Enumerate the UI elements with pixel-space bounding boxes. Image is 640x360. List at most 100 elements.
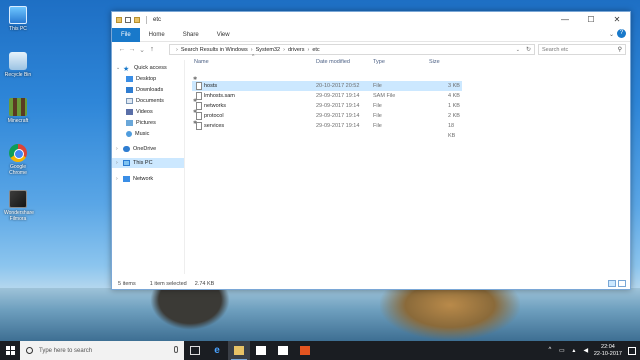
sidebar-item-quick-access[interactable]: ⌄ ★ Quick access <box>116 63 167 73</box>
tab-share[interactable]: Share <box>174 28 208 42</box>
task-view-button[interactable] <box>184 341 206 360</box>
table-row[interactable]: networks 29-09-2017 19:14 File 1 KB <box>192 101 462 111</box>
tab-file[interactable]: File <box>112 27 140 42</box>
network-icon <box>123 176 130 182</box>
clock[interactable]: 22:04 22-10-2017 <box>594 344 622 358</box>
file-type: File <box>373 103 382 109</box>
file-date: 29-09-2017 19:14 <box>316 123 360 129</box>
breadcrumb-item[interactable]: Search Results in Windows <box>181 47 248 53</box>
sidebar-item-music[interactable]: Music <box>126 129 149 139</box>
back-arrow-icon[interactable]: ← <box>117 46 127 53</box>
file-date: 29-09-2017 19:14 <box>316 103 360 109</box>
tab-home[interactable]: Home <box>140 28 174 42</box>
table-row[interactable]: lmhosts.sam 29-09-2017 19:14 SAM File 4 … <box>192 91 462 101</box>
address-bar[interactable]: › Search Results in Windows › System32 ›… <box>169 44 535 55</box>
refresh-icon[interactable]: ↻ <box>526 46 531 53</box>
sidebar-item-network[interactable]: › Network <box>116 174 153 184</box>
file-name: hosts <box>204 83 218 89</box>
new-folder-icon[interactable] <box>134 17 140 23</box>
battery-icon[interactable]: ▭ <box>558 347 566 354</box>
column-header-size[interactable]: Size <box>429 56 461 68</box>
sidebar-item-videos[interactable]: Videos ✱ <box>126 107 197 117</box>
search-input[interactable]: Search etc ⚲ <box>538 44 626 55</box>
file-size: 4 KB <box>448 93 460 99</box>
desktop-icon-label: Recycle Bin <box>4 72 32 78</box>
folder-icon <box>234 346 244 355</box>
help-icon[interactable]: ? <box>617 29 626 38</box>
up-arrow-icon[interactable]: ↑ <box>147 46 157 53</box>
office-button[interactable] <box>294 341 316 360</box>
chevron-right-icon[interactable]: › <box>116 176 121 182</box>
chevron-down-icon[interactable]: ⌄ <box>116 65 121 71</box>
file-icon <box>196 102 202 110</box>
sidebar-item-downloads[interactable]: Downloads ✱ <box>126 85 197 95</box>
column-header-name[interactable]: Name <box>194 56 314 68</box>
desktop-icon-recycle-bin[interactable]: Recycle Bin <box>4 52 32 78</box>
store-icon <box>256 346 266 355</box>
ribbon-tabs: File Home Share View ⌄ ? <box>112 27 630 42</box>
recycle-bin-icon <box>9 52 27 70</box>
chevron-right-icon[interactable]: › <box>116 160 121 166</box>
breadcrumb-item[interactable]: drivers <box>288 47 305 53</box>
file-date: 29-09-2017 19:14 <box>316 113 360 119</box>
volume-icon[interactable]: ◀ <box>582 347 590 354</box>
file-explorer-button[interactable] <box>228 341 250 360</box>
desktop-icon-label: Google Chrome <box>9 164 27 176</box>
column-header-date[interactable]: Date modified <box>316 56 370 68</box>
chevron-right-icon[interactable]: › <box>116 146 121 152</box>
selection-count: 1 item selected <box>149 280 187 287</box>
sidebar-item-this-pc[interactable]: › This PC <box>112 158 184 168</box>
table-row[interactable]: protocol 29-09-2017 19:14 File 2 KB <box>192 111 462 121</box>
network-icon[interactable]: ▴ <box>570 347 578 354</box>
mail-button[interactable] <box>272 341 294 360</box>
table-row[interactable]: services 29-09-2017 19:14 File 18 KB <box>192 121 462 139</box>
chrome-icon <box>9 144 27 162</box>
search-icon[interactable]: ⚲ <box>618 45 622 55</box>
star-icon: ★ <box>123 66 130 73</box>
properties-icon[interactable] <box>125 17 131 23</box>
notification-icon[interactable] <box>628 346 636 355</box>
breadcrumb-item[interactable]: System32 <box>256 47 280 53</box>
picture-icon <box>126 120 133 126</box>
sidebar-item-desktop[interactable]: Desktop ✱ <box>126 74 197 84</box>
chevron-down-icon[interactable]: ⌄ <box>516 47 520 53</box>
microphone-icon[interactable] <box>174 346 178 353</box>
desktop-icon-this-pc[interactable]: This PC <box>4 6 32 32</box>
sidebar-item-onedrive[interactable]: › OneDrive <box>116 144 156 154</box>
desktop-icon-chrome[interactable]: Google Chrome <box>4 144 32 176</box>
edge-button[interactable]: e <box>206 341 228 360</box>
minimize-button[interactable]: — <box>552 12 578 28</box>
sidebar-item-label: Network <box>133 176 154 182</box>
file-icon <box>196 112 202 120</box>
tab-view[interactable]: View <box>208 28 239 42</box>
store-button[interactable] <box>250 341 272 360</box>
desktop-icon-label: Wondershare Filmora <box>4 210 34 222</box>
quick-access-toolbar <box>116 17 143 23</box>
desktop-icon-filmora[interactable]: Wondershare Filmora <box>4 190 34 222</box>
title-bar[interactable]: etc — ☐ ✕ <box>112 12 630 28</box>
recent-locations-icon[interactable]: ⌄ <box>137 46 147 54</box>
file-size: 2 KB <box>448 113 460 119</box>
sidebar-item-pictures[interactable]: Pictures ✱ <box>126 118 197 128</box>
chevron-up-icon[interactable]: ^ <box>546 347 554 354</box>
close-button[interactable]: ✕ <box>604 12 630 28</box>
forward-arrow-icon[interactable]: → <box>127 46 137 53</box>
table-row[interactable]: hosts 20-10-2017 20:52 File 3 KB <box>192 81 462 91</box>
sidebar-item-label: OneDrive <box>133 146 157 152</box>
expand-ribbon-icon[interactable]: ⌄ <box>609 31 614 38</box>
large-icons-view-icon[interactable] <box>618 280 626 287</box>
chevron-right-icon: › <box>250 46 253 53</box>
sidebar-item-documents[interactable]: Documents ✱ <box>126 96 197 106</box>
video-icon <box>126 109 133 115</box>
clock-time: 22:04 <box>601 343 615 350</box>
details-view-icon[interactable] <box>608 280 616 287</box>
taskbar-search-input[interactable]: Type here to search <box>20 341 184 360</box>
desktop-icon-minecraft[interactable]: Minecraft <box>4 98 32 124</box>
folder-icon <box>116 17 122 23</box>
column-header-type[interactable]: Type <box>373 56 428 68</box>
start-button[interactable] <box>0 341 20 360</box>
breadcrumb-item[interactable]: etc <box>312 47 319 53</box>
chevron-right-icon: › <box>307 46 310 53</box>
sea-background <box>0 288 640 341</box>
maximize-button[interactable]: ☐ <box>578 12 604 28</box>
